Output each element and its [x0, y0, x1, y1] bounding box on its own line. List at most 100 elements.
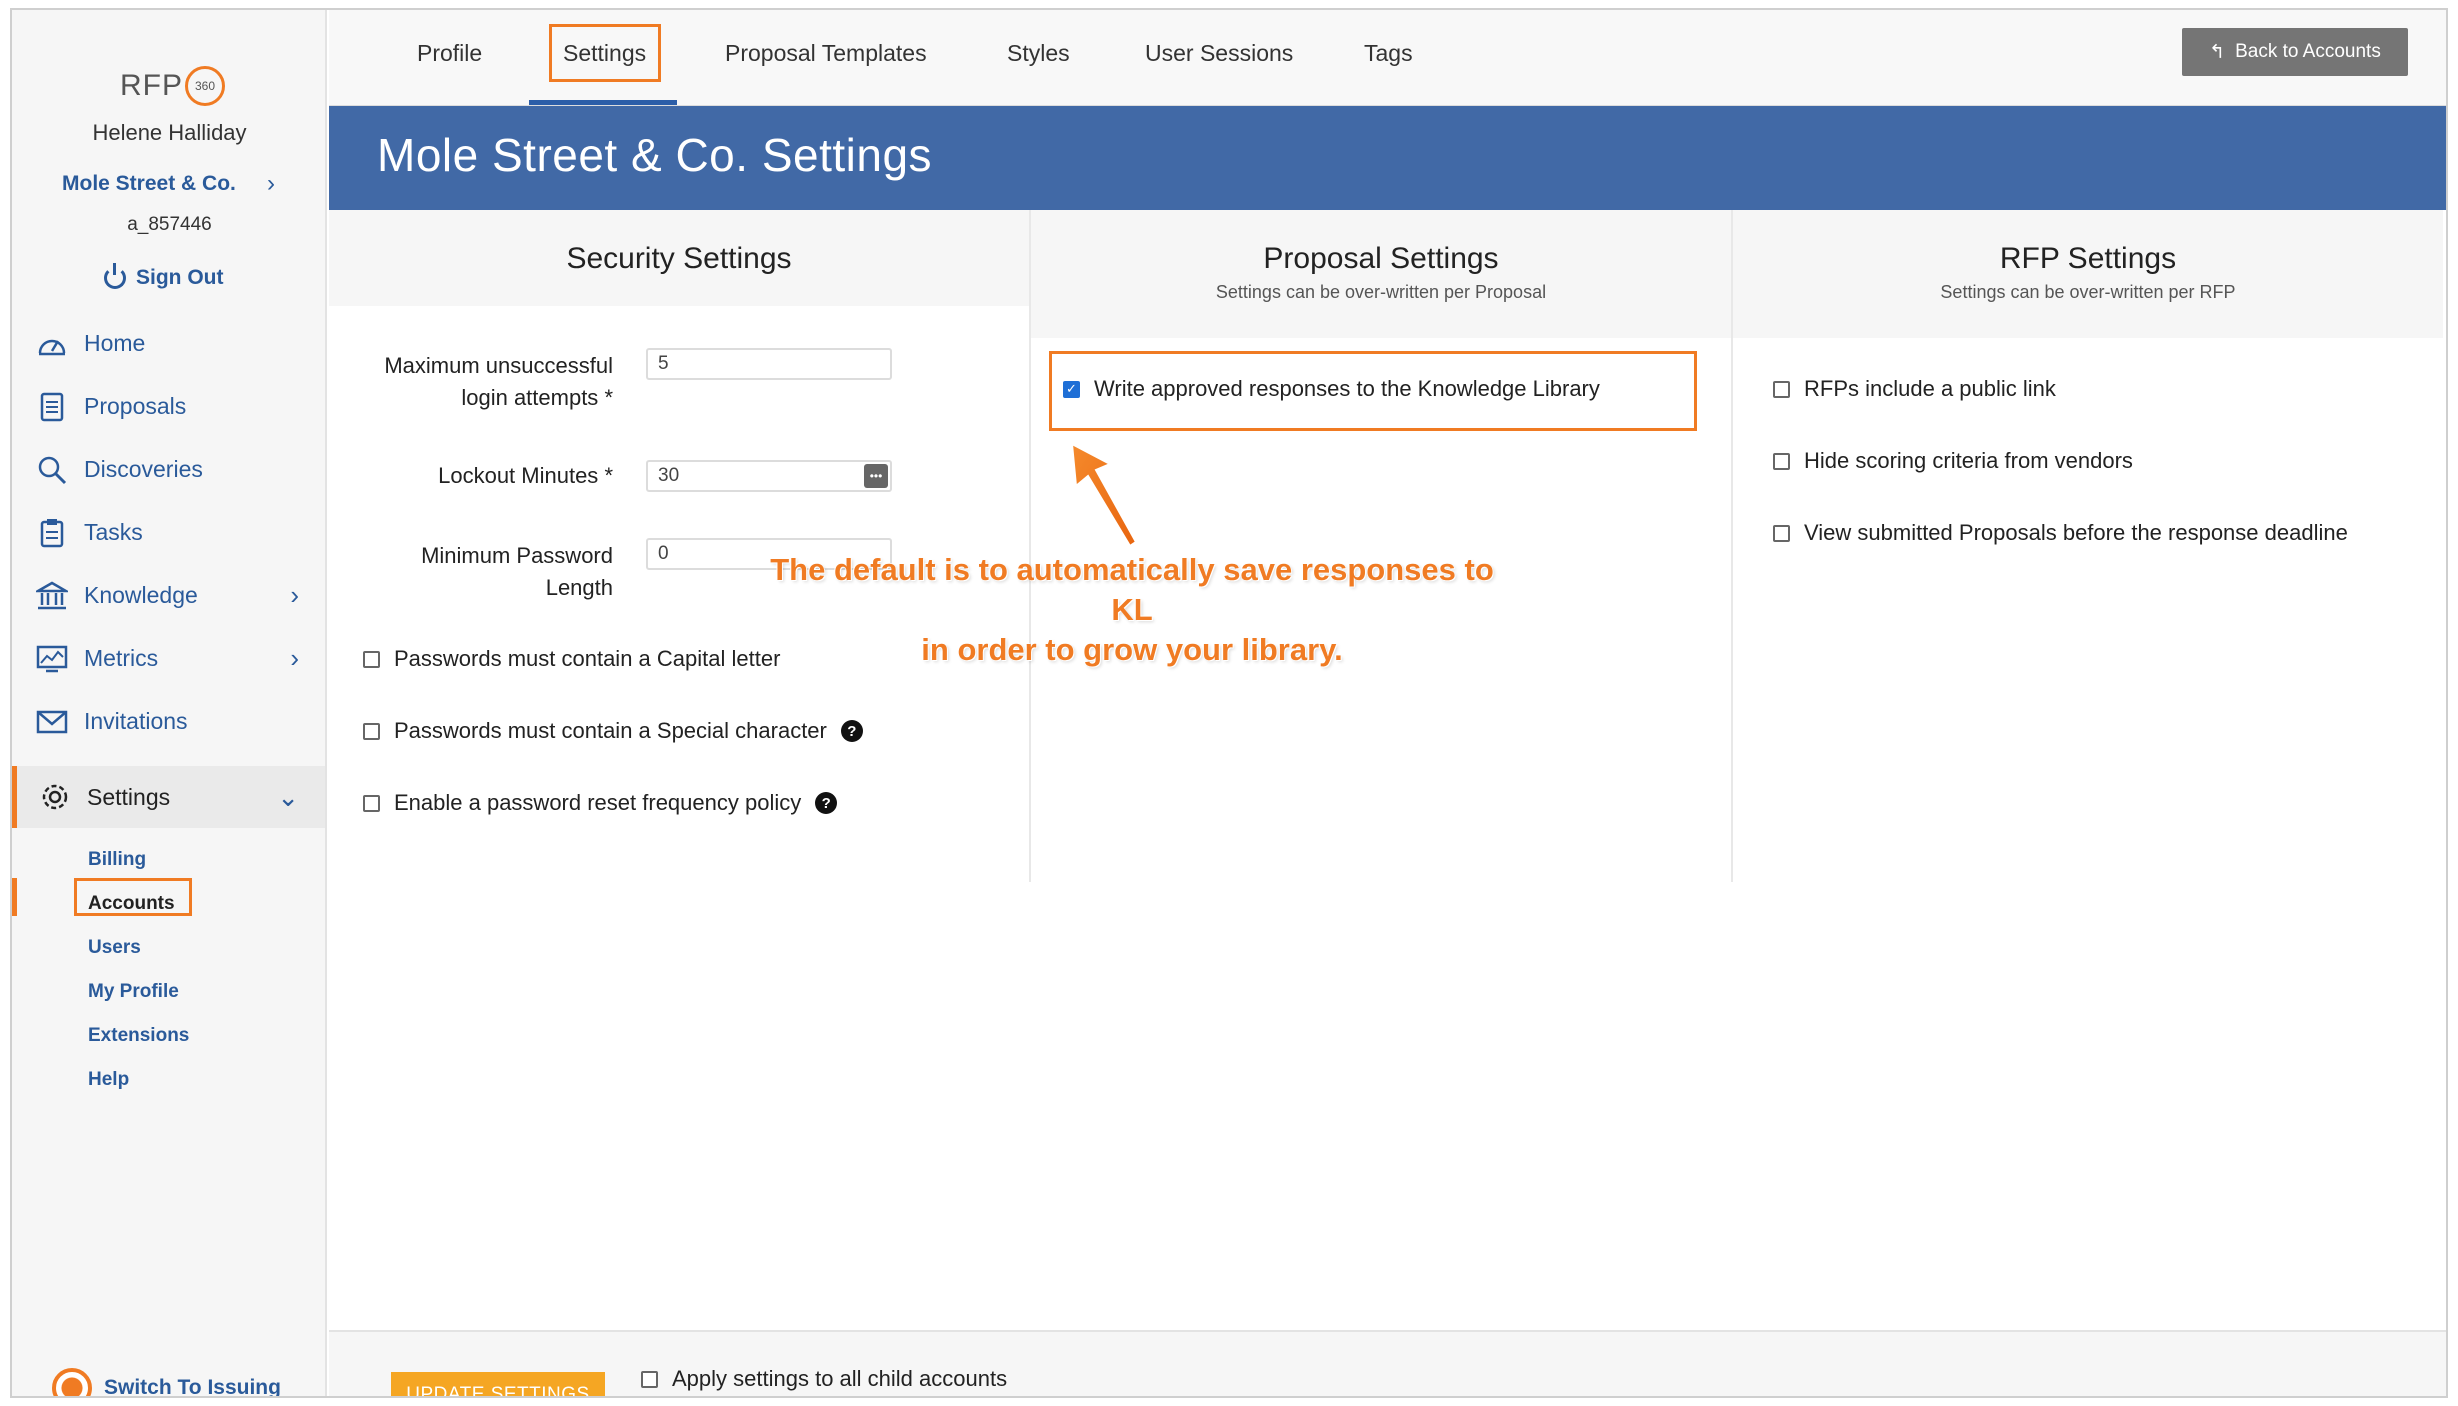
security-title: Security Settings: [566, 242, 792, 275]
lockout-label: Lockout Minutes *: [438, 460, 613, 492]
nav-invitations[interactable]: Invitations: [12, 690, 325, 753]
min-password-label: Minimum Password Length: [421, 540, 613, 604]
reset-policy-checkbox[interactable]: [363, 794, 380, 812]
rfp-title: RFP Settings: [1999, 242, 2177, 275]
switch-icon: [52, 1368, 92, 1396]
annotation-arrow-icon: [1070, 442, 1138, 548]
app-logo: RFP 360: [120, 66, 225, 106]
help-icon[interactable]: ?: [840, 720, 863, 742]
security-header: Security Settings: [329, 210, 1029, 306]
envelope-icon: [36, 706, 68, 738]
chart-icon: [36, 643, 68, 675]
back-to-accounts-label: Back to Accounts: [2235, 41, 2381, 62]
capital-letter-checkbox[interactable]: [363, 650, 380, 668]
settings-tab-highlight-box: [549, 24, 661, 82]
active-tab-underline: [529, 100, 677, 105]
account-id: a_857446: [127, 214, 212, 235]
subnav-help[interactable]: Help: [88, 1058, 189, 1102]
reset-policy-option: Enable a password reset frequency policy…: [363, 790, 838, 816]
nav-invitations-label: Invitations: [84, 708, 188, 734]
annotation-line1: The default is to automatically save res…: [770, 552, 1494, 627]
nav-settings[interactable]: Settings ⌄: [12, 766, 325, 828]
proposal-title: Proposal Settings: [1263, 242, 1499, 275]
clipboard-icon: [36, 517, 68, 549]
required-mark: *: [604, 385, 613, 410]
nav-knowledge[interactable]: Knowledge ›: [12, 564, 325, 627]
min-password-label-line2: Length: [545, 575, 613, 600]
chevron-down-icon: ⌄: [277, 781, 299, 812]
lockout-label-text: Lockout Minutes: [438, 463, 599, 488]
apply-child-label: Apply settings to all child accounts: [672, 1366, 1008, 1391]
logo-text: RFP: [120, 69, 183, 102]
update-settings-button[interactable]: UPDATE SETTINGS: [391, 1372, 605, 1396]
sign-out-label: Sign Out: [136, 266, 224, 289]
nav-discoveries[interactable]: Discoveries: [12, 438, 325, 501]
hide-scoring-checkbox[interactable]: [1773, 452, 1790, 470]
tab-styles[interactable]: Styles: [1007, 40, 1070, 67]
tab-profile[interactable]: Profile: [417, 40, 482, 67]
account-switcher[interactable]: Mole Street & Co.: [62, 172, 236, 196]
rfp-subtitle: Settings can be over-written per RFP: [1940, 282, 2236, 302]
public-link-option: RFPs include a public link: [1773, 376, 2056, 402]
tab-proposal-templates[interactable]: Proposal Templates: [725, 40, 927, 67]
sign-out-button[interactable]: Sign Out: [104, 263, 224, 290]
subnav-billing[interactable]: Billing: [88, 838, 189, 882]
capital-letter-option: Passwords must contain a Capital letter: [363, 646, 780, 672]
view-submitted-label: View submitted Proposals before the resp…: [1804, 520, 2348, 545]
switch-to-issuing-button[interactable]: Switch To Issuing: [52, 1368, 281, 1396]
nav-settings-label: Settings: [87, 783, 171, 810]
power-icon: [104, 263, 126, 289]
tab-tags[interactable]: Tags: [1364, 40, 1413, 67]
main-nav: Home Proposals Discoveries Tasks Knowled…: [12, 312, 325, 753]
user-name: Helene Halliday: [92, 120, 247, 145]
apply-child-checkbox[interactable]: [641, 1370, 658, 1388]
view-submitted-option: View submitted Proposals before the resp…: [1773, 520, 2348, 546]
search-icon: [36, 454, 68, 486]
view-submitted-checkbox[interactable]: [1773, 524, 1790, 542]
capital-letter-label: Passwords must contain a Capital letter: [394, 646, 781, 671]
max-attempts-value: 5: [658, 353, 669, 374]
max-attempts-input[interactable]: 5: [646, 348, 892, 380]
security-settings-panel: Security Settings Maximum unsuccessful l…: [329, 210, 1031, 882]
annotation-line2: in order to grow your library.: [921, 632, 1343, 667]
rfp-header: RFP Settings Settings can be over-writte…: [1733, 210, 2443, 338]
special-char-label: Passwords must contain a Special charact…: [394, 718, 827, 743]
chevron-right-icon: ›: [290, 643, 299, 673]
speedometer-icon: [36, 328, 68, 360]
lockout-minutes-input[interactable]: 30 •••: [646, 460, 892, 492]
chevron-right-icon[interactable]: ›: [267, 170, 275, 198]
tab-bar: Profile Settings Proposal Templates Styl…: [329, 10, 2446, 106]
special-char-checkbox[interactable]: [363, 722, 380, 740]
back-to-accounts-button[interactable]: ↰ Back to Accounts: [2182, 28, 2408, 76]
max-attempts-label-line2: login attempts: [461, 385, 599, 410]
kl-highlight-box: [1049, 351, 1697, 431]
settings-subnav: Billing Accounts Users My Profile Extens…: [88, 838, 189, 1102]
more-options-icon[interactable]: •••: [864, 464, 888, 488]
help-icon[interactable]: ?: [815, 792, 838, 814]
nav-metrics[interactable]: Metrics ›: [12, 627, 325, 690]
back-arrow-icon: ↰: [2209, 41, 2226, 63]
logo-badge: 360: [185, 66, 225, 106]
nav-tasks-label: Tasks: [84, 519, 143, 545]
subnav-my-profile[interactable]: My Profile: [88, 970, 189, 1014]
subnav-extensions[interactable]: Extensions: [88, 1014, 189, 1058]
public-link-label: RFPs include a public link: [1804, 376, 2056, 401]
tab-user-sessions[interactable]: User Sessions: [1145, 40, 1293, 67]
reset-policy-label: Enable a password reset frequency policy: [394, 790, 802, 815]
app-window: RFP 360 Helene Halliday Mole Street & Co…: [10, 8, 2448, 1398]
min-password-label-line1: Minimum Password: [421, 543, 613, 568]
public-link-checkbox[interactable]: [1773, 380, 1790, 398]
page-header: Mole Street & Co. Settings: [329, 106, 2446, 210]
nav-metrics-label: Metrics: [84, 645, 159, 671]
max-attempts-label-line1: Maximum unsuccessful: [384, 353, 613, 378]
special-char-option: Passwords must contain a Special charact…: [363, 718, 863, 744]
nav-proposals[interactable]: Proposals: [12, 375, 325, 438]
nav-home[interactable]: Home: [12, 312, 325, 375]
subnav-accounts[interactable]: Accounts: [88, 882, 189, 926]
nav-knowledge-label: Knowledge: [84, 582, 198, 608]
nav-tasks[interactable]: Tasks: [12, 501, 325, 564]
min-password-value: 0: [658, 543, 669, 564]
subnav-users[interactable]: Users: [88, 926, 189, 970]
annotation-callout: The default is to automatically save res…: [752, 550, 1512, 670]
max-attempts-label: Maximum unsuccessful login attempts *: [384, 350, 613, 414]
